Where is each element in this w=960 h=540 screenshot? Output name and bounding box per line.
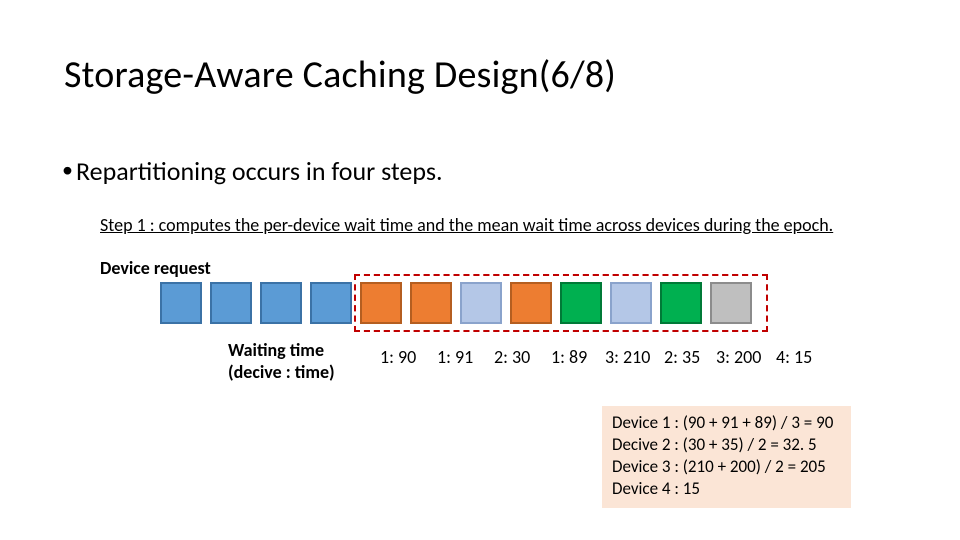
waiting-time-label: Waiting time (decive : time) — [228, 340, 335, 383]
average-line-3: Device 4 : 15 — [612, 478, 833, 500]
waiting-time-value-6: 3: 200 — [716, 346, 761, 368]
waiting-time-value-1: 1: 91 — [437, 346, 473, 368]
step-label: Step 1 : computes the per-device wait ti… — [100, 214, 833, 236]
waiting-time-label-line1: Waiting time — [228, 339, 324, 361]
page-title: Storage-Aware Caching Design(6/8) — [64, 52, 616, 98]
waiting-time-value-4: 3: 210 — [605, 346, 650, 368]
dashed-region-1 — [354, 274, 768, 332]
request-block-1 — [210, 282, 252, 324]
average-line-2: Device 3 : (210 + 200) / 2 = 205 — [612, 456, 833, 478]
request-block-0 — [160, 282, 202, 324]
device-request-label: Device request — [100, 257, 211, 279]
waiting-time-value-0: 1: 90 — [380, 346, 416, 368]
slide: Storage-Aware Caching Design(6/8) Repart… — [0, 0, 960, 540]
average-line-0: Device 1 : (90 + 91 + 89) / 3 = 90 — [612, 412, 833, 434]
request-block-3 — [310, 282, 352, 324]
averages-box: Device 1 : (90 + 91 + 89) / 3 = 90Decive… — [602, 406, 851, 508]
waiting-time-value-2: 2: 30 — [494, 346, 530, 368]
average-line-1: Decive 2 : (30 + 35) / 2 = 32. 5 — [612, 434, 833, 456]
waiting-time-label-line2: (decive : time) — [228, 361, 335, 383]
waiting-time-value-7: 4: 15 — [776, 346, 812, 368]
request-block-2 — [260, 282, 302, 324]
bullet-text: Repartitioning occurs in four steps. — [76, 155, 443, 187]
waiting-time-value-5: 2: 35 — [664, 346, 700, 368]
waiting-time-value-3: 1: 89 — [551, 346, 587, 368]
